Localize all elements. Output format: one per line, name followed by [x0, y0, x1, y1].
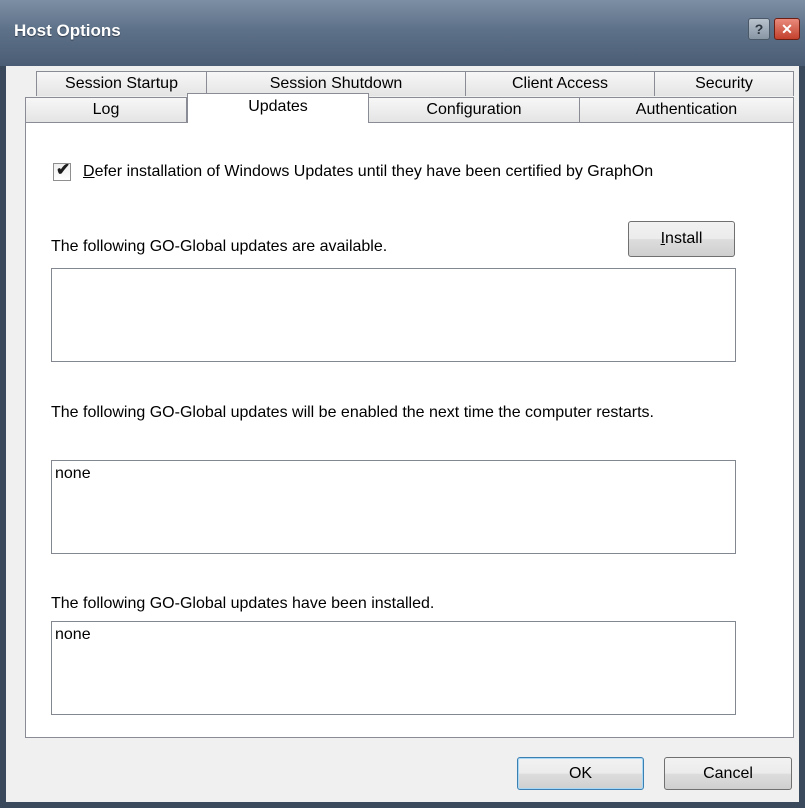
tab-updates[interactable]: Updates	[187, 93, 369, 123]
title-bar[interactable]: Host Options ? ✕	[0, 0, 805, 66]
help-button[interactable]: ?	[748, 18, 770, 40]
tab-log[interactable]: Log	[25, 97, 187, 122]
cancel-button[interactable]: Cancel	[664, 757, 792, 790]
tab-session-startup[interactable]: Session Startup	[36, 71, 207, 96]
defer-updates-label[interactable]: Defer installation of Windows Updates un…	[83, 163, 653, 181]
help-icon: ?	[754, 21, 764, 37]
list-item[interactable]: none	[55, 465, 732, 483]
pending-updates-label: The following GO-Global updates will be …	[51, 404, 654, 421]
tab-configuration[interactable]: Configuration	[368, 97, 580, 122]
window-title: Host Options	[14, 21, 121, 40]
install-button[interactable]: Install	[628, 221, 735, 257]
tab-authentication[interactable]: Authentication	[579, 97, 794, 122]
installed-updates-label: The following GO-Global updates have bee…	[51, 595, 435, 612]
tab-client-access[interactable]: Client Access	[465, 71, 655, 96]
ok-button[interactable]: OK	[517, 757, 644, 790]
tab-security[interactable]: Security	[654, 71, 794, 96]
host-options-dialog: Host Options ? ✕ Session Startup Session…	[0, 0, 805, 808]
close-button[interactable]: ✕	[774, 18, 800, 40]
list-item[interactable]: none	[55, 626, 732, 644]
close-icon: ✕	[781, 20, 793, 37]
available-updates-list[interactable]	[51, 268, 736, 362]
available-updates-label: The following GO-Global updates are avai…	[51, 238, 388, 255]
dialog-client-area: Session Startup Session Shutdown Client …	[6, 66, 799, 802]
defer-updates-checkbox[interactable]: ✔	[53, 160, 71, 181]
installed-updates-list[interactable]: none	[51, 621, 736, 715]
check-icon: ✔	[56, 160, 71, 179]
pending-updates-list[interactable]: none	[51, 460, 736, 554]
